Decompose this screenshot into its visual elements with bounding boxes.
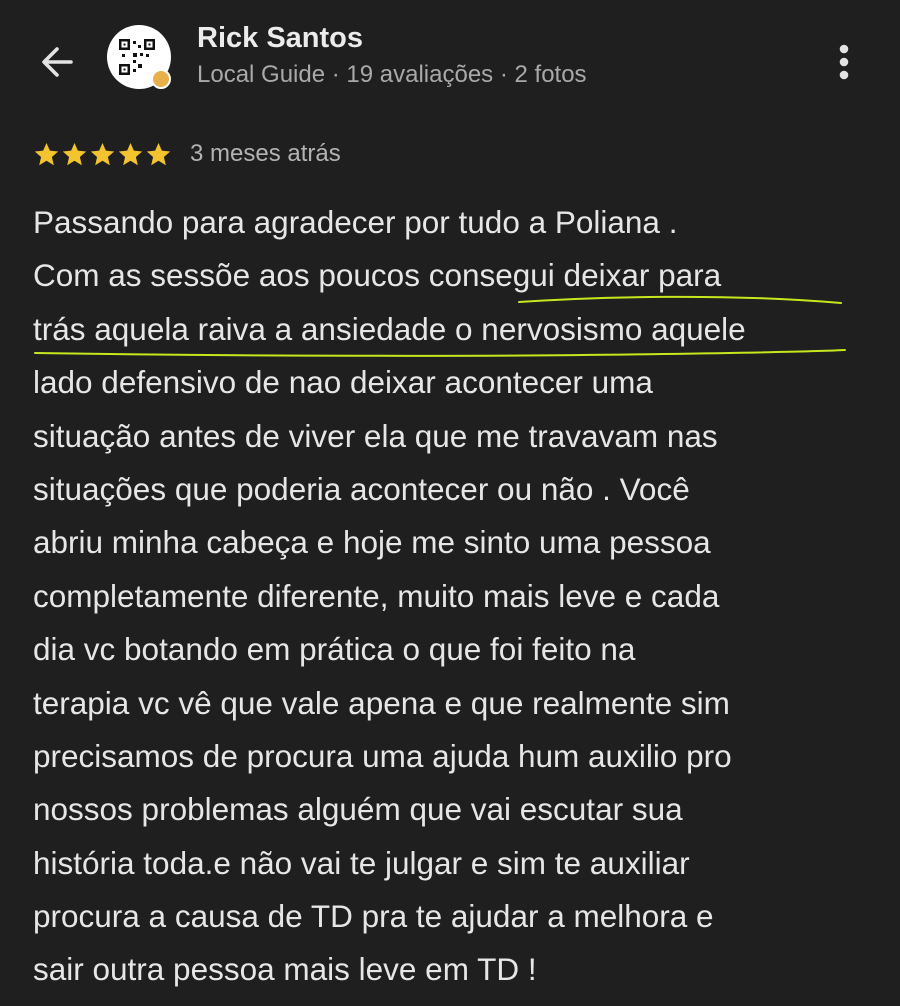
more-vert-icon <box>839 44 849 80</box>
star-icon <box>146 142 171 165</box>
star-icon <box>62 142 87 165</box>
review-text-line: abriu minha cabeça e hoje me sinto uma p… <box>33 524 711 561</box>
review-text-line: Passando para agradecer por tudo a Polia… <box>33 204 678 240</box>
star-icon <box>90 142 115 165</box>
review-text-line: lado defensivo de nao deixar acontecer u… <box>33 364 653 401</box>
qr-code-icon <box>119 39 155 75</box>
review-text-line: precisamos de procura uma ajuda hum auxi… <box>33 737 732 774</box>
star-icon <box>118 142 143 165</box>
arrow-left-icon <box>42 47 73 77</box>
review-date: 3 meses atrás <box>190 140 341 167</box>
review-text-line: nossos problemas alguém que vai escutar … <box>33 791 683 828</box>
review-text-line: completamente diferente, muito mais leve… <box>33 577 720 614</box>
star-icon <box>34 142 59 165</box>
review-text-line: Com as sessõe aos poucos consegui deixar… <box>33 257 722 294</box>
avatar[interactable] <box>107 25 171 89</box>
star-rating <box>33 141 172 168</box>
review-text-line: procura a causa de TD pra te ajudar a me… <box>33 898 714 935</box>
review-text-line: situação antes de viver ela que me trava… <box>33 417 718 454</box>
review-header: Rick Santos Local Guide · 19 avaliações … <box>0 0 900 120</box>
review-text: Passando para agradecer por tudo a Polia… <box>33 196 873 997</box>
review-text-line: terapia vc vê que vale apena e que realm… <box>33 684 730 721</box>
review-text-line: dia vc botando em prática o que foi feit… <box>33 631 636 668</box>
review-text-line: sair outra pessoa mais leve em TD ! <box>33 951 537 988</box>
review-text-line: história toda.e não vai te julgar e sim … <box>33 844 690 881</box>
reviewer-meta: Local Guide · 19 avaliações · 2 fotos <box>197 61 587 88</box>
local-guide-badge-icon <box>151 69 171 89</box>
back-button[interactable] <box>30 40 84 84</box>
reviewer-name[interactable]: Rick Santos <box>197 22 363 55</box>
more-options-button[interactable] <box>822 38 866 86</box>
review-text-line: situações que poderia acontecer ou não .… <box>33 470 690 507</box>
rating-row: 3 meses atrás <box>33 137 341 171</box>
review-text-line: trás aquela raiva a ansiedade o nervosis… <box>33 310 746 347</box>
